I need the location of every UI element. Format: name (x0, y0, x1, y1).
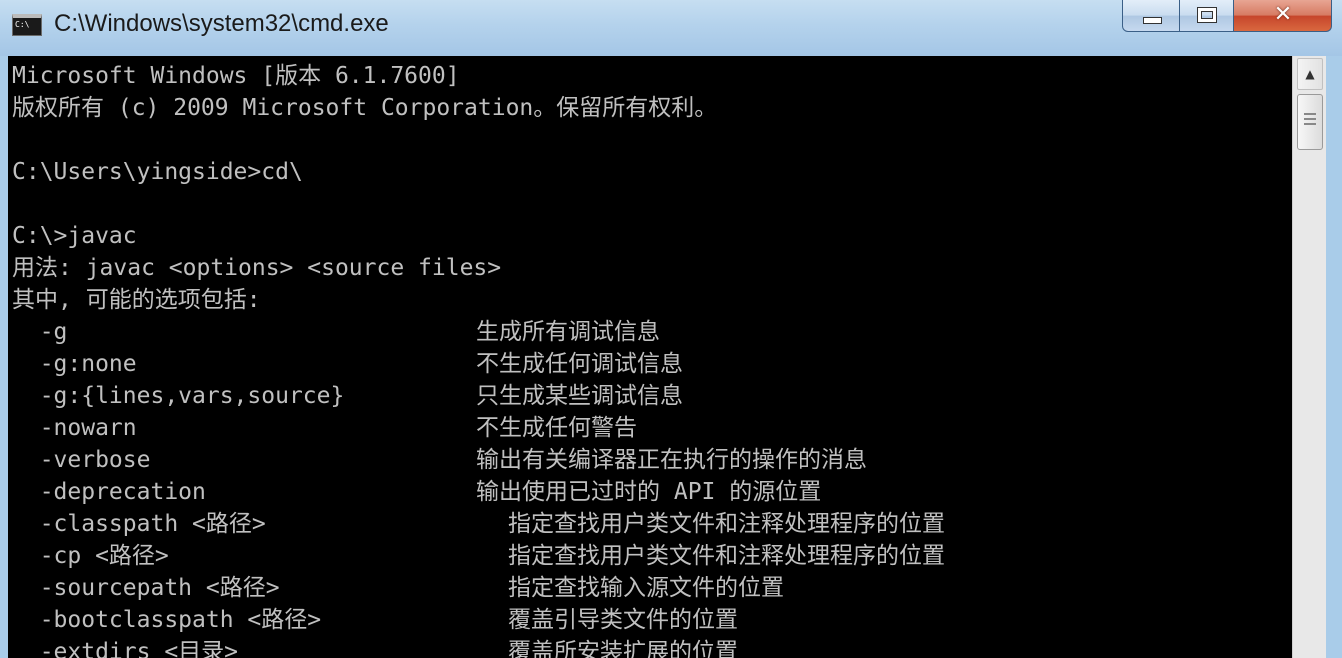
window-frame-left (0, 56, 8, 658)
console-line-options-heading: 其中, 可能的选项包括: (12, 287, 261, 313)
option-description: 指定查找用户类文件和注释处理程序的位置 (508, 543, 945, 569)
option-description: 不生成任何调试信息 (476, 351, 683, 377)
option-description: 指定查找输入源文件的位置 (508, 575, 784, 601)
grip-icon (1304, 113, 1316, 115)
option-flag: -g (12, 319, 68, 345)
option-flag: -extdirs <目录> (12, 639, 239, 658)
minimize-button[interactable] (1122, 0, 1180, 32)
option-flag: -classpath <路径> (12, 511, 266, 537)
console-line-cd-command: C:\Users\yingside>cd\ (12, 159, 303, 185)
option-flag: -deprecation (12, 479, 206, 505)
caption-buttons: ✕ (1122, 0, 1332, 32)
console-line-javac-command: C:\>javac (12, 223, 137, 249)
option-description: 输出有关编译器正在执行的操作的消息 (476, 447, 867, 473)
option-flag: -g:{lines,vars,source} (12, 383, 345, 409)
scrollbar-thumb[interactable] (1297, 94, 1323, 150)
window-title: C:\Windows\system32\cmd.exe (54, 10, 389, 37)
console-line-copyright: 版权所有 (c) 2009 Microsoft Corporation。保留所有… (12, 95, 718, 121)
option-flag: -sourcepath <路径> (12, 575, 280, 601)
option-description: 输出使用已过时的 API 的源位置 (476, 479, 822, 505)
close-button[interactable]: ✕ (1234, 0, 1332, 32)
option-description: 覆盖引导类文件的位置 (508, 607, 738, 633)
scroll-up-button[interactable]: ▲ (1297, 58, 1323, 90)
title-bar[interactable]: C:\ C:\Windows\system32\cmd.exe ✕ (0, 0, 1342, 56)
option-description: 不生成任何警告 (476, 415, 637, 441)
arrow-up-icon: ▲ (1305, 67, 1315, 81)
option-description: 指定查找用户类文件和注释处理程序的位置 (508, 511, 945, 537)
cmd-window: C:\ C:\Windows\system32\cmd.exe ✕ Micros… (0, 0, 1342, 658)
option-flag: -cp <路径> (12, 543, 169, 569)
minimize-icon (1143, 17, 1162, 24)
cmd-app-icon[interactable]: C:\ (12, 14, 42, 36)
option-flag: -bootclasspath <路径> (12, 607, 322, 633)
option-flag: -verbose (12, 447, 151, 473)
option-flag: -g:none (12, 351, 137, 377)
console-output[interactable]: Microsoft Windows [版本 6.1.7600] 版权所有 (c)… (8, 56, 1292, 658)
option-description: 覆盖所安装扩展的位置 (508, 639, 738, 658)
maximize-button[interactable] (1180, 0, 1234, 32)
maximize-icon (1197, 7, 1217, 23)
vertical-scrollbar[interactable]: ▲ (1292, 56, 1327, 658)
close-icon: ✕ (1273, 2, 1293, 27)
console-line-usage: 用法: javac <options> <source files> (12, 255, 502, 281)
option-flag: -nowarn (12, 415, 137, 441)
option-description: 生成所有调试信息 (476, 319, 660, 345)
console-line-version: Microsoft Windows [版本 6.1.7600] (12, 63, 460, 89)
option-description: 只生成某些调试信息 (476, 383, 683, 409)
window-frame-right (1326, 56, 1342, 658)
